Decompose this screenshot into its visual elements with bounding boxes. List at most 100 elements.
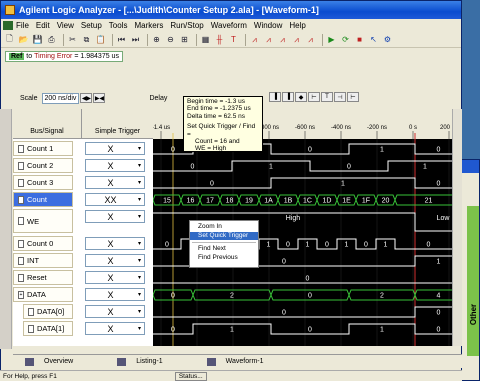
tab-overview[interactable]: Overview xyxy=(13,357,73,366)
count-bus-value: 18 xyxy=(226,198,234,205)
menu-markers[interactable]: Markers xyxy=(134,21,163,30)
chevron-down-icon[interactable]: ▾ xyxy=(135,196,144,203)
chevron-down-icon[interactable]: ▾ xyxy=(135,308,144,315)
go-end-icon[interactable]: ⏭ xyxy=(130,34,141,45)
simple-trigger-header[interactable]: Simple Trigger xyxy=(81,109,153,139)
menu-tools[interactable]: Tools xyxy=(109,21,128,30)
expand-icon[interactable]: + xyxy=(18,195,24,204)
background-window-tab[interactable]: Other xyxy=(469,304,478,325)
chevron-down-icon[interactable]: ▾ xyxy=(135,257,144,264)
zoom-in-icon[interactable]: ⊕ xyxy=(151,34,162,45)
scale-zoom-out-button[interactable]: ▶◀ xyxy=(93,93,106,103)
chevron-down-icon[interactable]: ▾ xyxy=(135,162,144,169)
signal-row-data-0-[interactable]: DATA[0] xyxy=(23,304,73,319)
signal-row-count[interactable]: + Count xyxy=(13,192,73,207)
chevron-down-icon[interactable]: ▾ xyxy=(135,179,144,186)
chevron-down-icon[interactable]: ▾ xyxy=(135,274,144,281)
chevron-down-icon[interactable]: ▾ xyxy=(135,240,144,247)
signal-row-reset[interactable]: Reset xyxy=(13,270,73,285)
trigger-select[interactable]: X ▾ xyxy=(85,271,145,284)
scale-zoom-in-button[interactable]: ◀▶ xyxy=(80,93,93,103)
run-icon[interactable]: ▶ xyxy=(326,34,337,45)
signal-row-we[interactable]: WE xyxy=(13,209,73,233)
tab-listing[interactable]: Listing-1 xyxy=(105,357,163,366)
paste-icon[interactable]: 📋 xyxy=(95,34,106,45)
delay-button-1[interactable]: ▐ xyxy=(269,92,281,102)
copy-icon[interactable]: ⧉ xyxy=(81,34,92,45)
trigger-select[interactable]: X ▾ xyxy=(85,288,145,301)
menu-item-find-next[interactable]: Find Next xyxy=(190,245,258,254)
arrow-tool-icon[interactable]: ↖ xyxy=(368,34,379,45)
trigger-select[interactable]: X ▾ xyxy=(85,142,145,155)
trigger-select[interactable]: X ▾ xyxy=(85,322,145,335)
marker-value: = 1.984375 us xyxy=(74,52,119,60)
signal-row-count-1[interactable]: Count 1 xyxy=(13,141,73,156)
open-folder-icon[interactable]: 📂 xyxy=(18,34,29,45)
print-icon[interactable]: ⎙ xyxy=(46,34,57,45)
tab-waveform[interactable]: Waveform-1 xyxy=(195,357,264,366)
signal-row-data[interactable]: + DATA xyxy=(13,287,73,302)
signal-row-count-0[interactable]: Count 0 xyxy=(13,236,73,251)
chevron-down-icon[interactable]: ▾ xyxy=(135,325,144,332)
signal-row-int[interactable]: INT xyxy=(13,253,73,268)
delay-button-4[interactable]: ⊢ xyxy=(308,92,320,102)
trigger-select[interactable]: X ▾ xyxy=(85,210,145,223)
trigger-icon-5[interactable]: ⩘ xyxy=(305,34,316,45)
tooltip-quick-trigger: Set Quick Trigger / Find = xyxy=(187,123,256,138)
delay-button-2[interactable]: ▐ xyxy=(282,92,294,102)
stop-icon[interactable]: ■ xyxy=(354,34,365,45)
signal-name: DATA[1] xyxy=(37,324,65,333)
trigger-icon-2[interactable]: ⩘ xyxy=(263,34,274,45)
vertical-scrollbar[interactable] xyxy=(452,109,462,346)
properties-icon[interactable]: ⚙ xyxy=(382,34,393,45)
menu-setup[interactable]: Setup xyxy=(81,21,102,30)
run-repetitive-icon[interactable]: ⟳ xyxy=(340,34,351,45)
menu-item-zoom-in[interactable]: Zoom In xyxy=(190,223,258,232)
menu-waveform[interactable]: Waveform xyxy=(211,21,247,30)
marker-red-icon[interactable]: ╫ xyxy=(214,34,225,45)
menu-view[interactable]: View xyxy=(57,21,74,30)
zoom-fit-icon[interactable]: ⊞ xyxy=(179,34,190,45)
save-icon[interactable]: 💾 xyxy=(32,34,43,45)
menu-item-set-quick-trigger[interactable]: Set Quick Trigger xyxy=(190,231,258,240)
chevron-down-icon[interactable]: ▾ xyxy=(135,213,144,220)
menu-run-stop[interactable]: Run/Stop xyxy=(170,21,203,30)
new-file-icon[interactable]: 🗋 xyxy=(4,34,15,45)
go-start-icon[interactable]: ⏮ xyxy=(116,34,127,45)
delay-button-5[interactable]: T xyxy=(321,92,333,102)
trigger-select[interactable]: X ▾ xyxy=(85,176,145,189)
zoom-out-icon[interactable]: ⊖ xyxy=(165,34,176,45)
menu-edit[interactable]: Edit xyxy=(36,21,50,30)
signal-row-data-1-[interactable]: DATA[1] xyxy=(23,321,73,336)
trigger-icon-4[interactable]: ⩘ xyxy=(291,34,302,45)
scale-input[interactable]: 200 ns/div xyxy=(41,92,80,104)
trigger-select[interactable]: X ▾ xyxy=(85,305,145,318)
expand-icon[interactable]: + xyxy=(18,290,24,299)
menu-help[interactable]: Help xyxy=(289,21,305,30)
menu-item-find-previous[interactable]: Find Previous xyxy=(190,254,258,263)
menu-window[interactable]: Window xyxy=(254,21,282,30)
trigger-select[interactable]: X ▾ xyxy=(85,254,145,267)
delay-button-3[interactable]: ◆ xyxy=(295,92,307,102)
trigger-select[interactable]: X ▾ xyxy=(85,159,145,172)
document-icon[interactable] xyxy=(3,21,13,30)
grid-icon[interactable]: ▦ xyxy=(200,34,211,45)
delay-button-7[interactable]: ⊢ xyxy=(347,92,359,102)
chevron-down-icon[interactable]: ▾ xyxy=(135,291,144,298)
marker-measurement[interactable]: Ref to Timing Error = 1.984375 us xyxy=(5,50,123,62)
signal-row-count-3[interactable]: Count 3 xyxy=(13,175,73,190)
status-button[interactable]: Status... xyxy=(174,371,207,381)
signal-row-count-2[interactable]: Count 2 xyxy=(13,158,73,173)
marker-text-icon[interactable]: T xyxy=(228,34,239,45)
trigger-select[interactable]: XX ▾ xyxy=(85,193,145,206)
delay-button-6[interactable]: ⊣ xyxy=(334,92,346,102)
trigger-icon-1[interactable]: ⩘ xyxy=(249,34,260,45)
count-bus-value: 1C xyxy=(303,198,312,205)
data0-value: 0 xyxy=(437,310,441,317)
bus-signal-header[interactable]: Bus/Signal xyxy=(13,109,81,139)
cut-icon[interactable]: ✂ xyxy=(67,34,78,45)
trigger-icon-3[interactable]: ⩘ xyxy=(277,34,288,45)
menu-file[interactable]: File xyxy=(16,21,29,30)
chevron-down-icon[interactable]: ▾ xyxy=(135,145,144,152)
trigger-select[interactable]: X ▾ xyxy=(85,237,145,250)
